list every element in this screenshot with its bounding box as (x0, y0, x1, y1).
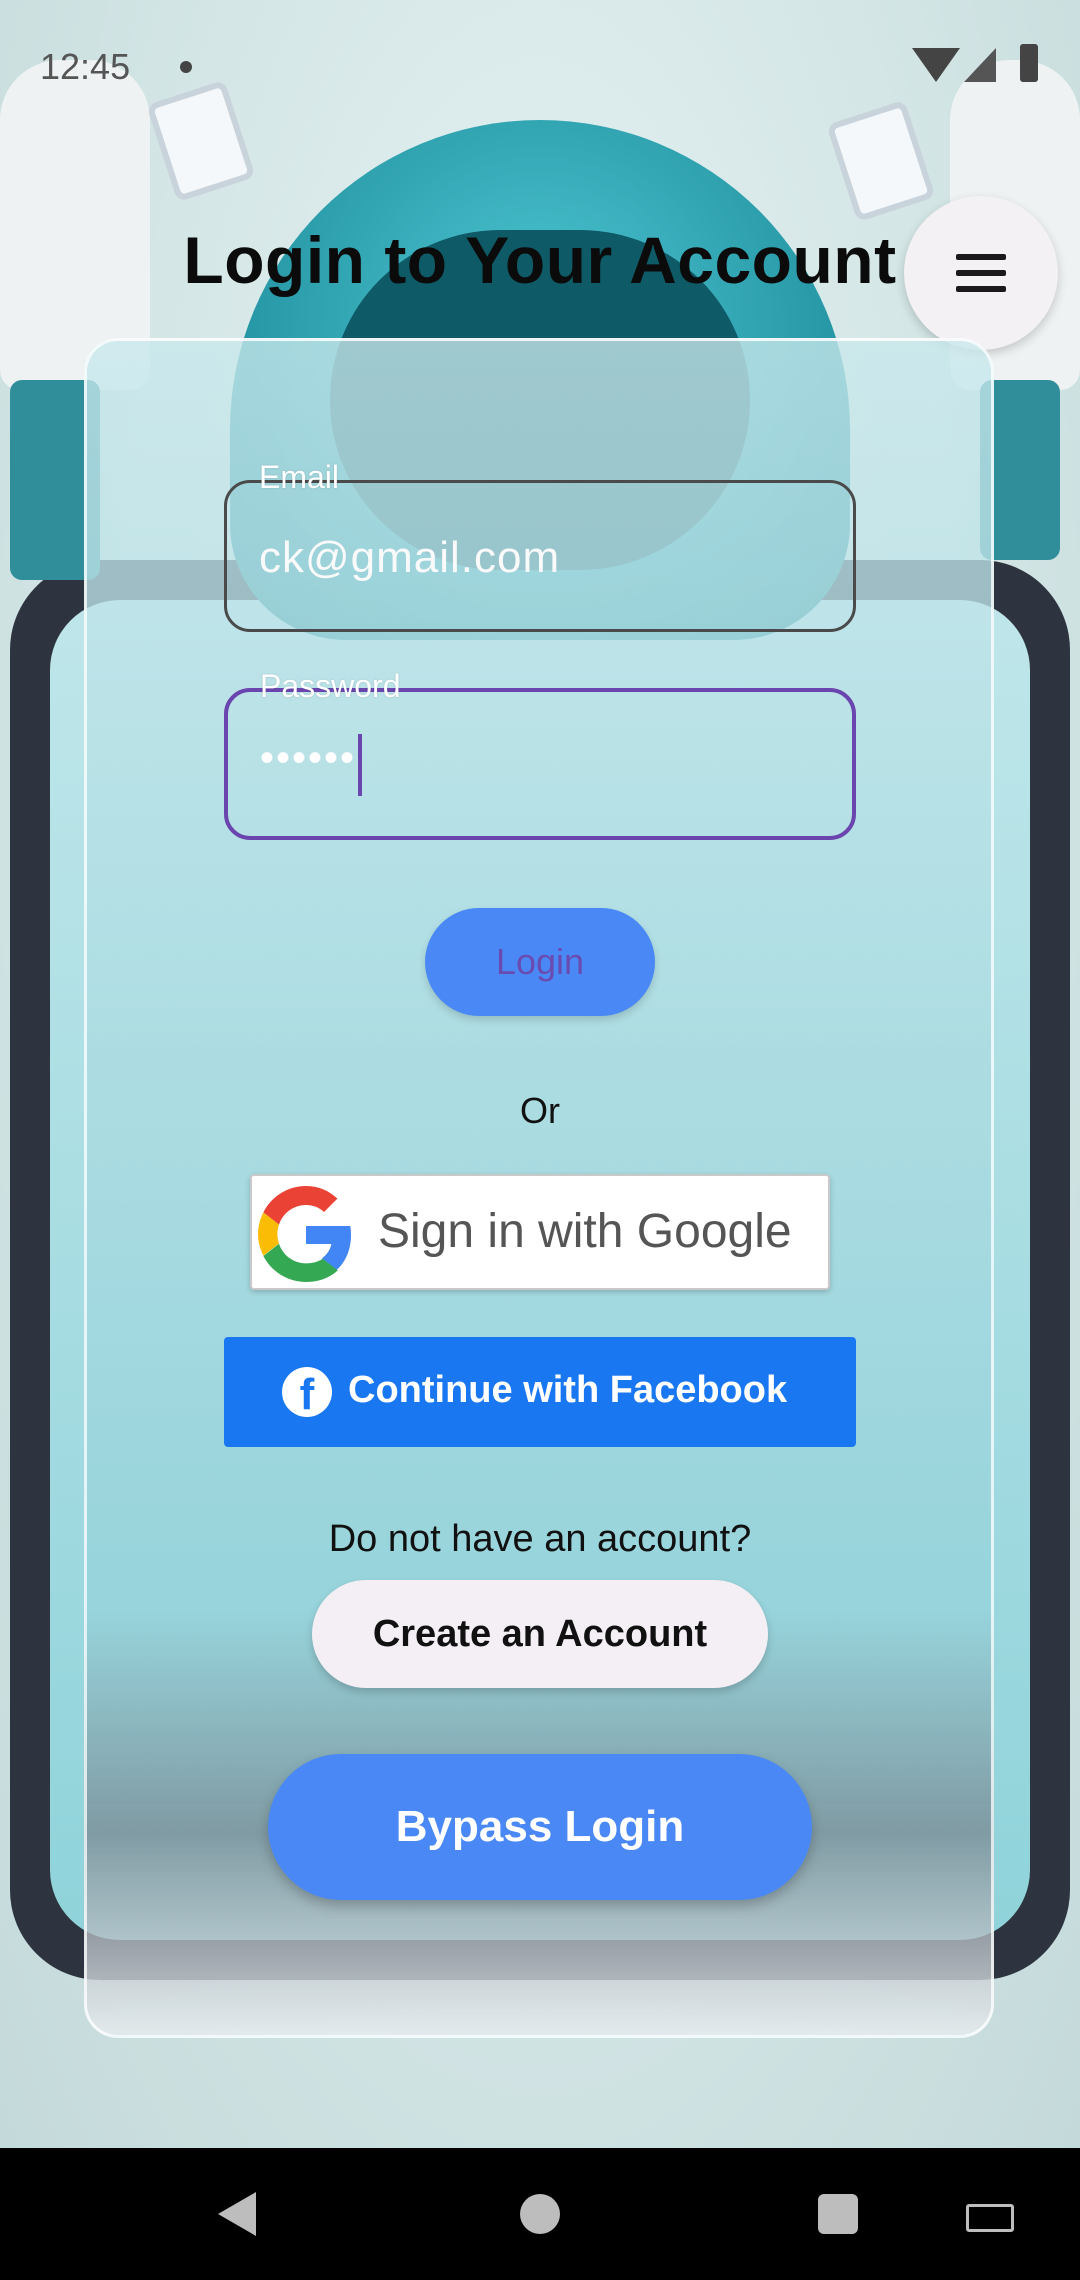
status-bar: 12:45 (0, 0, 1080, 130)
email-value[interactable]: ck@gmail.com (259, 533, 560, 583)
notification-dot-icon (180, 61, 192, 73)
google-button-label: Sign in with Google (378, 1205, 792, 1258)
menu-button[interactable] (904, 196, 1058, 350)
email-label: Email (259, 459, 340, 495)
password-label: Password (260, 668, 401, 704)
text-cursor (358, 734, 362, 796)
email-field[interactable]: Email ck@gmail.com (224, 459, 856, 632)
battery-icon (1020, 44, 1038, 82)
password-field[interactable]: Password •••••• (224, 668, 856, 840)
system-navigation-bar (0, 2148, 1080, 2280)
create-account-button[interactable]: Create an Account (312, 1580, 768, 1688)
facebook-button-label: Continue with Facebook (348, 1369, 788, 1411)
signal-icon (964, 48, 996, 82)
no-account-text: Do not have an account? (328, 1518, 752, 1560)
status-time: 12:45 (40, 46, 131, 87)
keyboard-icon[interactable] (966, 2204, 1014, 2232)
google-sign-in-button[interactable]: Sign in with Google (250, 1174, 830, 1290)
bypass-login-button[interactable]: Bypass Login (268, 1754, 812, 1900)
google-logo-icon (258, 1186, 351, 1282)
facebook-sign-in-button[interactable]: f Continue with Facebook (224, 1337, 856, 1447)
back-icon[interactable] (218, 2192, 256, 2236)
recent-apps-icon[interactable] (818, 2194, 858, 2234)
hamburger-menu-icon-line (956, 286, 1006, 292)
password-value[interactable]: •••••• (260, 736, 356, 781)
home-icon[interactable] (520, 2194, 560, 2234)
hamburger-menu-icon-line (956, 270, 1006, 276)
hamburger-menu-icon (956, 254, 1006, 260)
or-divider-text: Or (520, 1090, 560, 1131)
facebook-logo-icon: f (282, 1367, 332, 1419)
wifi-icon (912, 48, 960, 82)
login-button[interactable]: Login (425, 908, 655, 1016)
